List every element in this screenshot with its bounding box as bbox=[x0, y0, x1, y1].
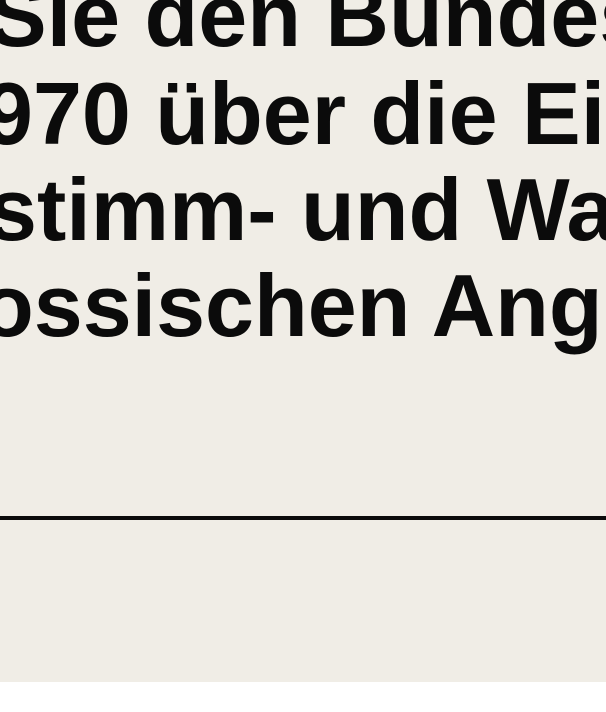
headline-line-2: 970 über die Ein bbox=[0, 64, 606, 163]
document-page: Sie den Bundes 970 über die Ein stimm- u… bbox=[0, 0, 606, 682]
headline-line-4: ossischen Ange bbox=[0, 256, 606, 355]
headline: Sie den Bundes 970 über die Ein stimm- u… bbox=[0, 0, 606, 360]
bottom-margin bbox=[0, 682, 606, 712]
headline-line-1: Sie den Bundes bbox=[0, 0, 606, 65]
horizontal-rule bbox=[0, 516, 606, 520]
headline-line-3: stimm- und Wah bbox=[0, 160, 606, 259]
